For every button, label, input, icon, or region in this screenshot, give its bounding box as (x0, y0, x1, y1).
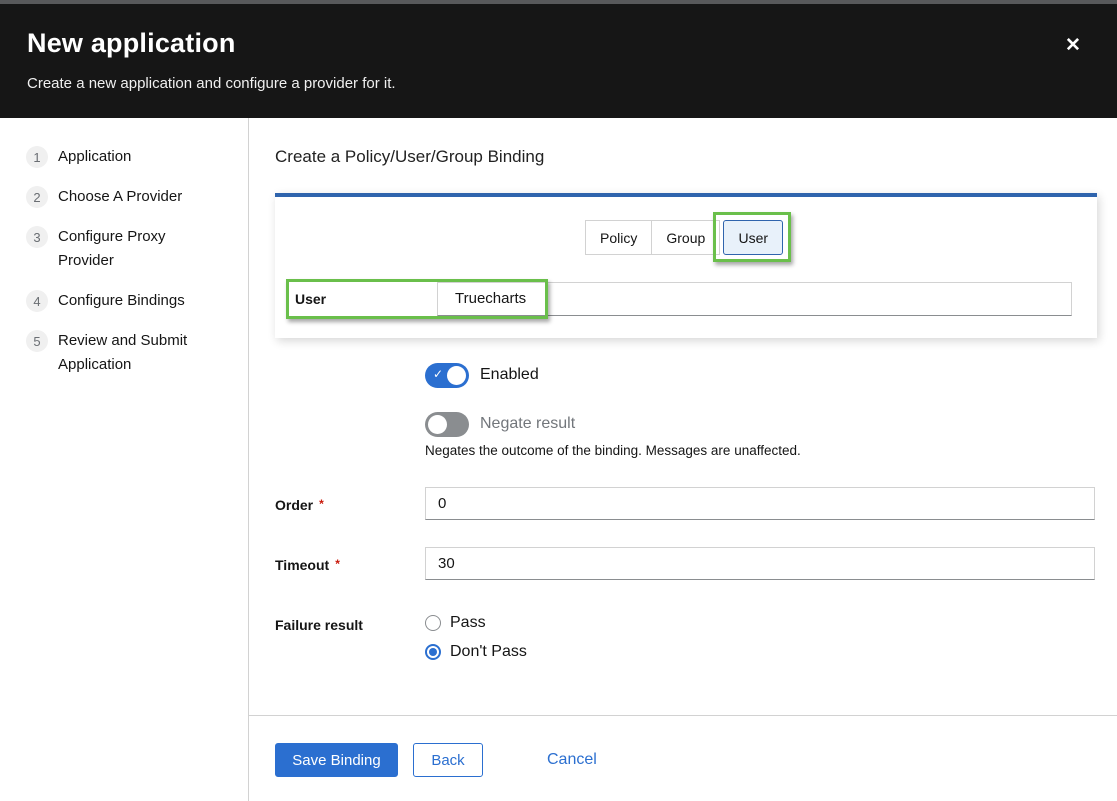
sidebar-step-configure-proxy-provider[interactable]: 3 Configure Proxy Provider (26, 225, 226, 273)
tab-user[interactable]: User (723, 220, 783, 255)
back-button[interactable]: Back (413, 743, 483, 777)
negate-result-toggle[interactable] (425, 412, 469, 437)
sidebar-step-application[interactable]: 1 Application (26, 145, 226, 169)
user-field-label: User (295, 291, 326, 307)
failure-result-radio-dont-pass[interactable]: Don't Pass (425, 643, 527, 661)
user-select[interactable]: Truecharts (437, 282, 1072, 316)
check-icon: ✓ (433, 367, 443, 381)
step-label: Application (58, 145, 131, 169)
required-asterisk: * (319, 497, 324, 511)
order-label-text: Order (275, 497, 313, 513)
radio-icon-selected (425, 644, 441, 660)
toggle-knob (428, 415, 447, 434)
negate-result-help-text: Negates the outcome of the binding. Mess… (425, 443, 801, 458)
sidebar-step-review-submit[interactable]: 5 Review and Submit Application (26, 329, 226, 377)
step-label: Configure Proxy Provider (58, 225, 208, 273)
negate-result-toggle-label: Negate result (480, 415, 575, 433)
enabled-toggle-label: Enabled (480, 366, 539, 384)
order-input[interactable] (425, 487, 1095, 520)
radio-label: Pass (450, 614, 486, 632)
required-asterisk: * (335, 557, 340, 571)
step-number-badge: 3 (26, 226, 48, 248)
step-number-badge: 5 (26, 330, 48, 352)
failure-result-label: Failure result (275, 617, 363, 633)
timeout-input[interactable] (425, 547, 1095, 580)
page-title: Create a Policy/User/Group Binding (275, 147, 544, 167)
timeout-field-label: Timeout * (275, 557, 340, 573)
sidebar-step-configure-bindings[interactable]: 4 Configure Bindings (26, 289, 226, 313)
radio-icon (425, 615, 441, 631)
step-label: Configure Bindings (58, 289, 185, 313)
failure-result-radio-pass[interactable]: Pass (425, 614, 486, 632)
footer-divider (248, 715, 1117, 716)
close-icon[interactable]: ✕ (1058, 30, 1088, 60)
step-number-badge: 2 (26, 186, 48, 208)
binding-type-card: Policy Group User User Truecharts (275, 193, 1097, 338)
wizard-subtitle: Create a new application and configure a… (27, 75, 396, 92)
wizard-header: New application Create a new application… (0, 4, 1117, 118)
step-number-badge: 1 (26, 146, 48, 168)
order-field-label: Order * (275, 497, 324, 513)
binding-type-toggle-group: Policy Group User (585, 220, 783, 255)
save-binding-button[interactable]: Save Binding (275, 743, 398, 777)
wizard-title: New application (27, 28, 236, 59)
radio-label: Don't Pass (450, 643, 527, 661)
enabled-toggle[interactable]: ✓ (425, 363, 469, 388)
step-number-badge: 4 (26, 290, 48, 312)
tab-policy[interactable]: Policy (585, 220, 652, 255)
new-application-wizard: New application Create a new application… (0, 0, 1117, 801)
toggle-knob (447, 366, 466, 385)
step-label: Choose A Provider (58, 185, 182, 209)
cancel-link[interactable]: Cancel (547, 751, 597, 769)
tab-group[interactable]: Group (651, 220, 720, 255)
step-label: Review and Submit Application (58, 329, 208, 377)
sidebar-step-choose-provider[interactable]: 2 Choose A Provider (26, 185, 226, 209)
timeout-label-text: Timeout (275, 557, 329, 573)
sidebar-divider (248, 118, 249, 801)
